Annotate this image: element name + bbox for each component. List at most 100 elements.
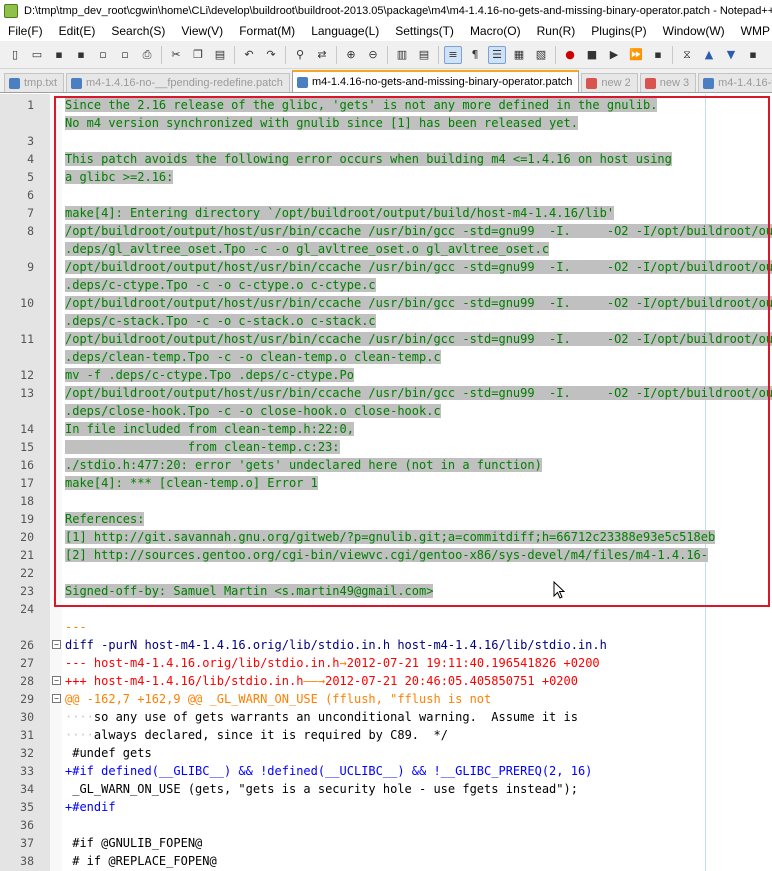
close-icon[interactable]: ▫	[94, 46, 112, 64]
arrow-down-icon[interactable]: ▼	[722, 46, 740, 64]
tab-active[interactable]: m4-1.4.16-no-gets-and-missing-binary-ope…	[291, 70, 580, 92]
code-line: 7 make[4]: Entering directory `/opt/build…	[0, 204, 772, 222]
indent-guide-icon[interactable]: ☰	[488, 45, 506, 64]
line-number: 3	[27, 134, 34, 148]
line-number: 14	[20, 422, 34, 436]
code-text: /opt/buildroot/output/host/usr/bin/ccach…	[65, 294, 772, 312]
line-number: 13	[20, 386, 34, 400]
macro-play-multiple-icon[interactable]: ⏩	[627, 46, 645, 64]
code-text: .deps/gl_avltree_oset.Tpo -c -o gl_avltr…	[65, 240, 550, 258]
code-line: 36	[0, 816, 772, 834]
code-line: ---	[0, 618, 772, 636]
tab-label: new 3	[659, 77, 690, 89]
menu-item[interactable]: Language(L)	[303, 22, 387, 41]
editor-pane[interactable]: 1 Since the 2.16 release of the glibc, 'g…	[0, 94, 772, 871]
menu-item[interactable]: Settings(T)	[387, 22, 462, 41]
saved-file-icon	[9, 77, 20, 89]
line-number: 7	[27, 206, 34, 220]
user-language-icon[interactable]: ▦	[510, 46, 528, 64]
close-all-icon[interactable]: ▫	[116, 46, 134, 64]
macro-save-icon[interactable]: ▪	[649, 46, 667, 64]
code-token: always declared, since it is required by…	[93, 728, 448, 742]
code-text: .deps/close-hook.Tpo -c -o close-hook.o …	[65, 402, 441, 420]
find-icon[interactable]: ⚲	[291, 46, 309, 64]
open-file-icon[interactable]: ▭	[28, 46, 46, 64]
menu-item[interactable]: Search(S)	[103, 22, 173, 41]
cut-icon[interactable]: ✂	[167, 46, 185, 64]
window-title: D:\tmp\tmp_dev_root\cgwin\home\CLi\devel…	[24, 5, 772, 17]
code-line: 33 +#if defined(__GLIBC__) && !defined(__…	[0, 762, 772, 780]
tab[interactable]: tmp.txt	[4, 73, 65, 92]
code-text: +++ host-m4-1.4.16/lib/stdio.in.h——→2012…	[65, 672, 578, 690]
code-text: [1] http://git.savannah.gnu.org/gitweb/?…	[65, 528, 716, 546]
copy-icon[interactable]: ❐	[189, 46, 207, 64]
menu-item[interactable]: View(V)	[173, 22, 231, 41]
macro-stop-icon[interactable]: ■	[583, 46, 601, 64]
new-file-icon[interactable]: ▯	[6, 46, 24, 64]
sync-horizontal-icon[interactable]: ▤	[415, 46, 433, 64]
code-line: 15 from clean-temp.c:23:	[0, 438, 772, 456]
code-token: .deps/c-stack.Tpo -c -o c-stack.o c-stac…	[65, 314, 376, 328]
code-token: ····	[65, 710, 94, 724]
code-text: --- host-m4-1.4.16.orig/lib/stdio.in.h→2…	[65, 654, 600, 672]
code-text: ---	[65, 618, 87, 636]
tab[interactable]: m4-1.4.16-no-__fpending-redefine.patch	[66, 73, 290, 92]
undo-icon[interactable]: ↶	[240, 46, 258, 64]
code-token: make[4]: *** [clean-temp.o] Error 1	[65, 476, 318, 490]
code-token: /opt/buildroot/output/host/usr/bin/ccach…	[65, 332, 772, 346]
fold-toggle-icon[interactable]: −	[52, 676, 61, 685]
plugin-icon[interactable]: ⧖	[678, 46, 696, 64]
word-wrap-icon[interactable]: ≡	[444, 45, 462, 64]
code-token: /opt/buildroot/output/host/usr/bin/ccach…	[65, 224, 772, 238]
doc-map-icon[interactable]: ▧	[532, 46, 550, 64]
code-token: a glibc >=2.16:	[65, 170, 174, 184]
save-all-icon[interactable]: ▪	[72, 46, 90, 64]
code-text: ./stdio.h:477:20: error 'gets' undeclare…	[65, 456, 542, 474]
line-number: 15	[20, 440, 34, 454]
toolbar: ▯ ▭ ▪ ▪ ▫ ▫ ⎙ ✂ ❐ ▤ ↶ ↷ ⚲ ⇄ ⊕ ⊖ ▥ ▤ ≡ ¶ …	[0, 41, 772, 69]
code-line: 20 [1] http://git.savannah.gnu.org/gitweb…	[0, 528, 772, 546]
line-number: 26	[20, 638, 34, 652]
title-bar: D:\tmp\tmp_dev_root\cgwin\home\CLi\devel…	[0, 0, 772, 23]
tab[interactable]: new 2	[581, 73, 638, 92]
zoom-in-icon[interactable]: ⊕	[342, 46, 360, 64]
toolbar-separator	[234, 45, 235, 64]
code-token: This patch avoids the following error oc…	[65, 152, 672, 166]
sync-vertical-icon[interactable]: ▥	[393, 46, 411, 64]
code-line: 28 − +++ host-m4-1.4.16/lib/stdio.in.h——→2…	[0, 672, 772, 690]
paste-icon[interactable]: ▤	[211, 46, 229, 64]
fold-toggle-icon[interactable]: −	[52, 640, 61, 649]
code-line: 26 − diff -purN host-m4-1.4.16.orig/lib/st…	[0, 636, 772, 654]
zoom-out-icon[interactable]: ⊖	[364, 46, 382, 64]
print-icon[interactable]: ⎙	[138, 46, 156, 64]
tab[interactable]: m4-1.4.16-fpe	[698, 73, 772, 92]
line-number: 17	[20, 476, 34, 490]
line-number: 9	[27, 260, 34, 274]
macro-record-icon[interactable]: ●	[561, 46, 579, 64]
redo-icon[interactable]: ↷	[262, 46, 280, 64]
macro-play-icon[interactable]: ▶	[605, 46, 623, 64]
code-line: 3	[0, 132, 772, 150]
code-token: /opt/buildroot/output/host/usr/bin/ccach…	[65, 260, 772, 274]
replace-icon[interactable]: ⇄	[313, 46, 331, 64]
tab[interactable]: new 3	[639, 73, 697, 92]
menu-item[interactable]: Edit(E)	[51, 22, 104, 41]
line-number: 33	[20, 764, 34, 778]
menu-item[interactable]: Macro(O)	[462, 22, 529, 41]
code-line: 14 In file included from clean-temp.h:22:…	[0, 420, 772, 438]
menu-item[interactable]: Window(W)	[655, 22, 733, 41]
more-icon[interactable]: ▪	[744, 46, 762, 64]
fold-toggle-icon[interactable]: −	[52, 694, 61, 703]
menu-item[interactable]: Format(M)	[231, 22, 303, 41]
arrow-up-icon[interactable]: ▲	[700, 46, 718, 64]
menu-item[interactable]: Run(R)	[529, 22, 584, 41]
show-all-chars-icon[interactable]: ¶	[466, 46, 484, 64]
line-number: 5	[27, 170, 34, 184]
tab-label: tmp.txt	[24, 77, 58, 89]
save-icon[interactable]: ▪	[50, 46, 68, 64]
menu-item[interactable]: Plugins(P)	[583, 22, 654, 41]
menu-item[interactable]: File(F)	[0, 22, 51, 41]
code-token: diff -purN host-m4-1.4.16.orig/lib/stdio…	[65, 638, 607, 652]
menu-item[interactable]: WMP	[733, 22, 772, 41]
code-text: +#endif	[65, 798, 116, 816]
